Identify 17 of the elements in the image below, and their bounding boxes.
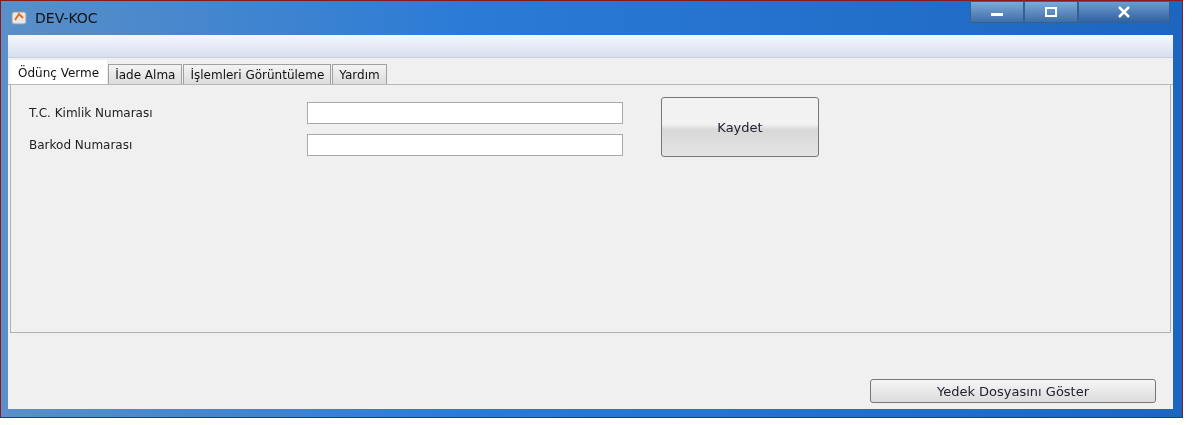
tab[interactable]: İade Alma: [108, 64, 183, 84]
save-button[interactable]: Kaydet: [661, 97, 819, 157]
show-backup-button[interactable]: Yedek Dosyasını Göster: [870, 379, 1156, 403]
field-label: T.C. Kimlik Numarası: [29, 106, 154, 120]
minimize-button[interactable]: [970, 1, 1024, 23]
close-button[interactable]: [1078, 1, 1170, 23]
maximize-icon: [1044, 7, 1058, 17]
tab[interactable]: Ödünç Verme: [10, 60, 108, 84]
tab[interactable]: Yardım: [332, 64, 387, 84]
input-field[interactable]: [307, 102, 623, 124]
maximize-button[interactable]: [1024, 1, 1078, 23]
close-icon: [1117, 6, 1131, 18]
app-icon: [11, 10, 27, 26]
window-title: DEV-KOC: [35, 10, 98, 26]
field-label: Barkod Numarası: [29, 138, 134, 152]
tab[interactable]: İşlemleri Görüntüleme: [183, 64, 332, 84]
input-field[interactable]: [307, 134, 623, 156]
